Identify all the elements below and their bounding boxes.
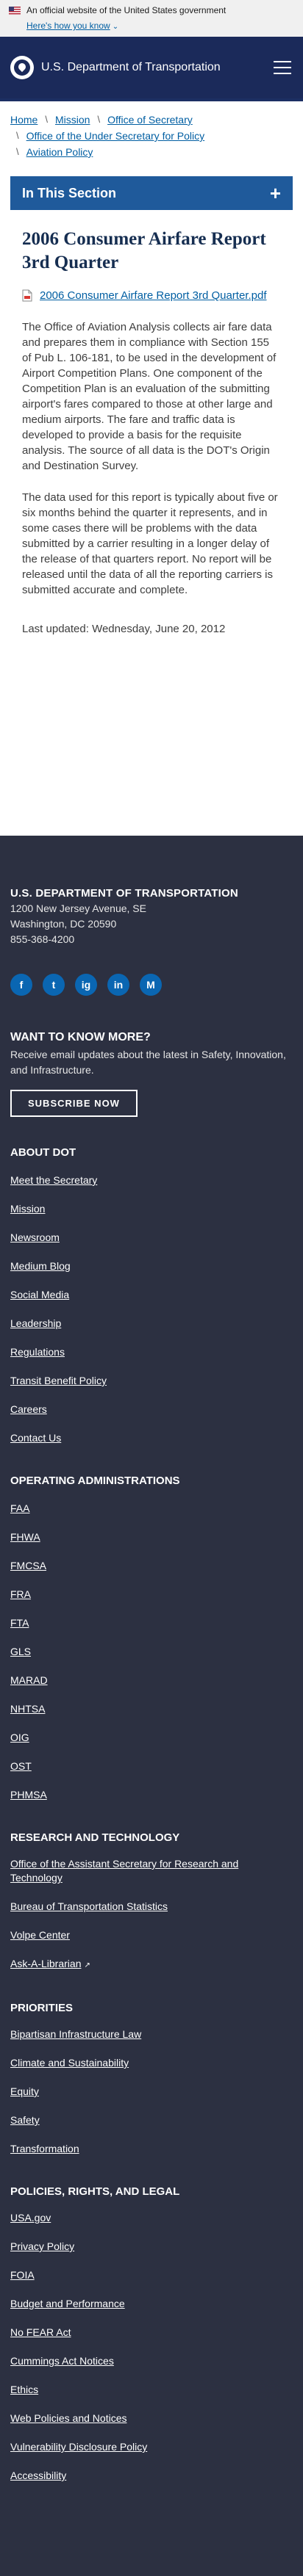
footer-link-bts[interactable]: Bureau of Transportation Statistics bbox=[10, 1900, 168, 1912]
footer-link-leadership[interactable]: Leadership bbox=[10, 1317, 61, 1329]
breadcrumb-under-secretary-policy[interactable]: Office of the Under Secretary for Policy bbox=[26, 128, 205, 144]
breadcrumb-mission[interactable]: Mission bbox=[55, 112, 90, 128]
footer-link-ost[interactable]: OST bbox=[10, 1760, 32, 1772]
plus-icon: + bbox=[269, 182, 281, 204]
site-name: U.S. Department of Transportation bbox=[41, 61, 221, 73]
operating-administrations-list: FAA FHWA FMCSA FRA FTA GLS MARAD NHTSA O… bbox=[10, 1502, 293, 1802]
newsletter-heading: WANT TO KNOW MORE? bbox=[10, 1031, 151, 1043]
footer-link-social-media[interactable]: Social Media bbox=[10, 1289, 69, 1300]
dot-seal-logo bbox=[10, 56, 34, 79]
footer-link-web-policies[interactable]: Web Policies and Notices bbox=[10, 2412, 126, 2424]
breadcrumb-separator-icon: \ bbox=[97, 114, 101, 125]
footer-link-safety[interactable]: Safety bbox=[10, 2114, 40, 2126]
site-header: U.S. Department of Transportation bbox=[0, 37, 303, 101]
footer-link-careers[interactable]: Careers bbox=[10, 1403, 47, 1415]
footer-link-budget-performance[interactable]: Budget and Performance bbox=[10, 2298, 125, 2309]
footer-link-fhwa[interactable]: FHWA bbox=[10, 1531, 40, 1543]
footer-link-medium-blog[interactable]: Medium Blog bbox=[10, 1260, 71, 1272]
policies-heading: POLICIES, RIGHTS, AND LEGAL bbox=[10, 2185, 180, 2198]
instagram-icon[interactable]: ig bbox=[75, 974, 97, 996]
heres-how-label: Here's how you know bbox=[26, 21, 110, 31]
newsletter-text: Receive email updates about the latest i… bbox=[10, 1049, 286, 1076]
gov-banner-text: An official website of the United States… bbox=[26, 5, 227, 15]
footer-phone: 855-368-4200 bbox=[10, 933, 75, 945]
breadcrumb: Home \ Mission \ Office of Secretary \ O… bbox=[0, 101, 303, 176]
footer-link-transformation[interactable]: Transformation bbox=[10, 2143, 79, 2154]
footer-link-faa[interactable]: FAA bbox=[10, 1502, 29, 1514]
pdf-file-icon bbox=[22, 289, 32, 302]
breadcrumb-separator-icon: \ bbox=[45, 114, 48, 125]
footer-link-mission[interactable]: Mission bbox=[10, 1203, 45, 1215]
page-title: 2006 Consumer Airfare Report 3rd Quarter bbox=[22, 229, 266, 272]
priorities-list: Bipartisan Infrastructure Law Climate an… bbox=[10, 2027, 293, 2156]
in-this-section-title: In This Section bbox=[22, 185, 117, 200]
policies-list: USA.gov Privacy Policy FOIA Budget and P… bbox=[10, 2211, 293, 2483]
body-paragraph: The data used for this report is typical… bbox=[22, 491, 278, 596]
footer-link-fra[interactable]: FRA bbox=[10, 1588, 31, 1600]
footer-address-line1: 1200 New Jersey Avenue, SE bbox=[10, 902, 146, 914]
subscribe-button[interactable]: SUBSCRIBE NOW bbox=[10, 1090, 138, 1117]
operating-administrations-heading: OPERATING ADMINISTRATIONS bbox=[10, 1475, 180, 1487]
footer-link-no-fear-act[interactable]: No FEAR Act bbox=[10, 2326, 71, 2338]
chevron-down-icon: ⌄ bbox=[112, 23, 119, 31]
footer-link-newsroom[interactable]: Newsroom bbox=[10, 1231, 60, 1243]
footer-link-phmsa[interactable]: PHMSA bbox=[10, 1789, 47, 1801]
footer-link-ask-a-librarian[interactable]: Ask-A-Librarian bbox=[10, 1958, 81, 1969]
external-link-icon: ↗ bbox=[84, 1961, 90, 1969]
footer-org-name: U.S. DEPARTMENT OF TRANSPORTATION bbox=[10, 887, 238, 900]
breadcrumb-office-of-secretary[interactable]: Office of Secretary bbox=[107, 112, 193, 128]
footer-link-accessibility[interactable]: Accessibility bbox=[10, 2470, 66, 2481]
footer-link-ethics[interactable]: Ethics bbox=[10, 2384, 38, 2395]
footer-address-line2: Washington, DC 20590 bbox=[10, 918, 117, 930]
last-updated: Last updated: Wednesday, June 20, 2012 bbox=[22, 623, 226, 635]
footer-link-privacy-policy[interactable]: Privacy Policy bbox=[10, 2240, 74, 2252]
site-footer: U.S. DEPARTMENT OF TRANSPORTATION 1200 N… bbox=[0, 836, 303, 2576]
hamburger-menu-icon[interactable] bbox=[274, 61, 291, 74]
footer-link-nhtsa[interactable]: NHTSA bbox=[10, 1703, 45, 1715]
body-paragraph: The Office of Aviation Analysis collects… bbox=[22, 321, 277, 472]
breadcrumb-aviation-policy[interactable]: Aviation Policy bbox=[26, 144, 93, 160]
pdf-download-link[interactable]: 2006 Consumer Airfare Report 3rd Quarter… bbox=[40, 289, 267, 302]
heres-how-you-know-link[interactable]: Here's how you know ⌄ bbox=[26, 21, 118, 31]
breadcrumb-home[interactable]: Home bbox=[10, 112, 38, 128]
gov-banner: An official website of the United States… bbox=[0, 0, 303, 37]
research-technology-list: Office of the Assistant Secretary for Re… bbox=[10, 1857, 293, 1972]
footer-link-contact-us[interactable]: Contact Us bbox=[10, 1432, 61, 1444]
about-dot-heading: ABOUT DOT bbox=[10, 1146, 76, 1159]
footer-link-marad[interactable]: MARAD bbox=[10, 1674, 48, 1686]
footer-link-cummings-act[interactable]: Cummings Act Notices bbox=[10, 2355, 114, 2367]
footer-link-fta[interactable]: FTA bbox=[10, 1617, 29, 1629]
footer-link-volpe[interactable]: Volpe Center bbox=[10, 1929, 70, 1941]
medium-icon[interactable]: M bbox=[140, 974, 162, 996]
footer-link-usa-gov[interactable]: USA.gov bbox=[10, 2212, 51, 2224]
breadcrumb-separator-icon: \ bbox=[16, 146, 19, 157]
footer-link-climate[interactable]: Climate and Sustainability bbox=[10, 2057, 129, 2069]
us-flag-icon bbox=[9, 6, 21, 15]
footer-link-gls[interactable]: GLS bbox=[10, 1646, 31, 1657]
priorities-heading: PRIORITIES bbox=[10, 2002, 74, 2014]
footer-link-ost-r[interactable]: Office of the Assistant Secretary for Re… bbox=[10, 1858, 238, 1884]
footer-link-foia[interactable]: FOIA bbox=[10, 2269, 35, 2281]
linkedin-icon[interactable]: in bbox=[107, 974, 129, 996]
main-content: 2006 Consumer Airfare Report 3rd Quarter… bbox=[0, 210, 303, 635]
facebook-icon[interactable]: f bbox=[10, 974, 32, 996]
file-attachment: 2006 Consumer Airfare Report 3rd Quarter… bbox=[22, 289, 281, 302]
research-technology-heading: RESEARCH AND TECHNOLOGY bbox=[10, 1831, 180, 1844]
footer-link-fmcsa[interactable]: FMCSA bbox=[10, 1560, 46, 1571]
twitter-icon[interactable]: t bbox=[43, 974, 65, 996]
breadcrumb-separator-icon: \ bbox=[16, 130, 19, 141]
about-dot-list: Meet the Secretary Mission Newsroom Medi… bbox=[10, 1173, 293, 1445]
site-brand[interactable]: U.S. Department of Transportation bbox=[10, 56, 221, 79]
footer-link-regulations[interactable]: Regulations bbox=[10, 1346, 65, 1358]
in-this-section-toggle[interactable]: In This Section + bbox=[10, 176, 293, 210]
social-links: f t ig in M bbox=[10, 974, 293, 996]
footer-link-vulnerability-disclosure[interactable]: Vulnerability Disclosure Policy bbox=[10, 2441, 147, 2453]
footer-link-oig[interactable]: OIG bbox=[10, 1732, 29, 1743]
footer-link-transit-benefit[interactable]: Transit Benefit Policy bbox=[10, 1375, 107, 1386]
footer-link-meet-secretary[interactable]: Meet the Secretary bbox=[10, 1174, 97, 1186]
footer-link-bipartisan-infrastructure[interactable]: Bipartisan Infrastructure Law bbox=[10, 2028, 141, 2040]
footer-link-equity[interactable]: Equity bbox=[10, 2085, 39, 2097]
